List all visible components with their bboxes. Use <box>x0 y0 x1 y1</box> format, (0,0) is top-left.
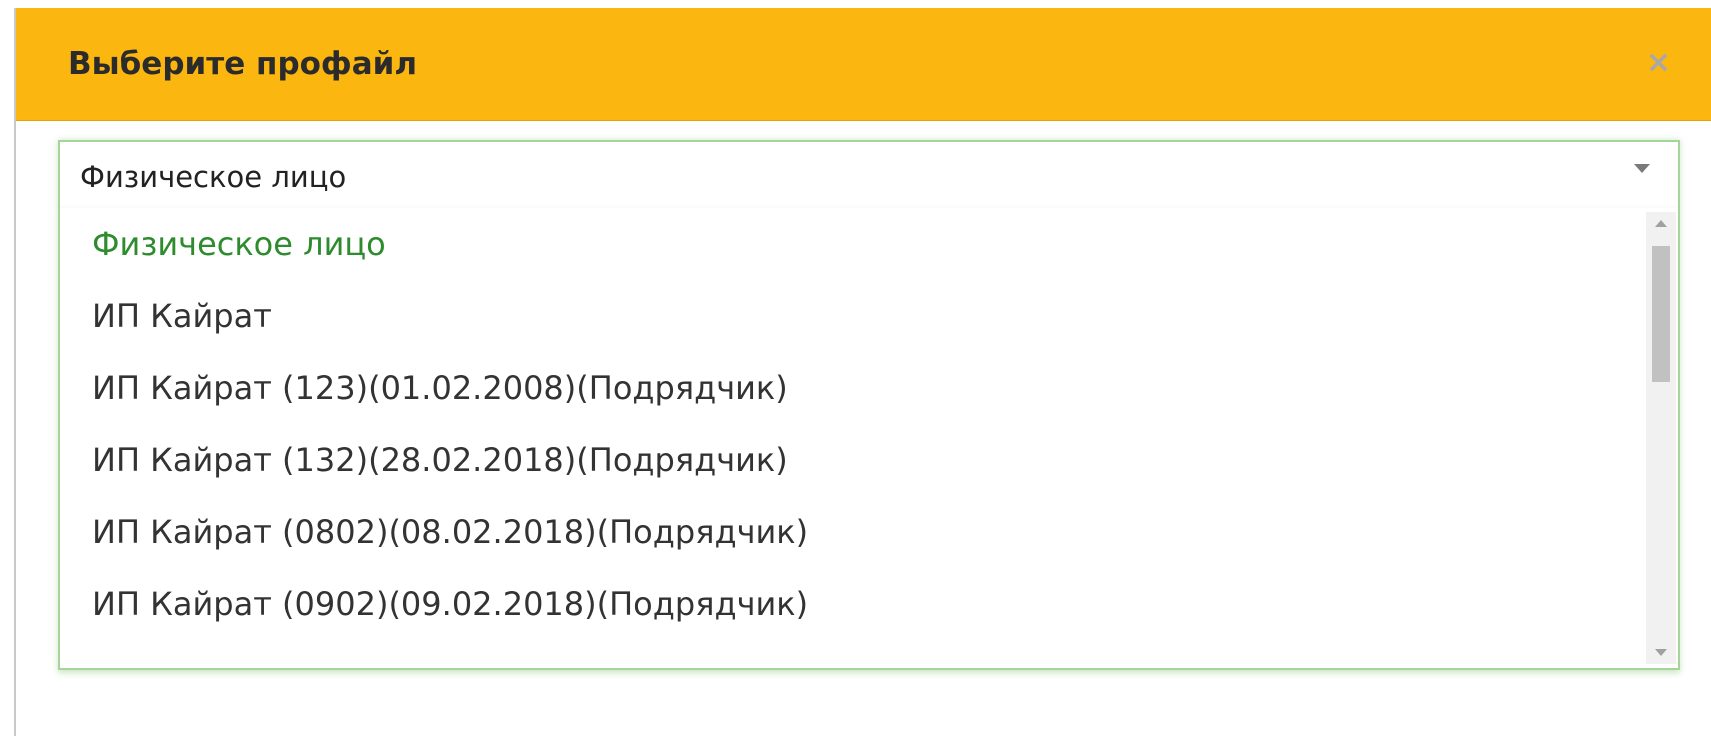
scroll-down-icon[interactable] <box>1655 649 1667 656</box>
option-item[interactable]: ИП Кайрат (0902)(09.02.2018)(Подрядчик) <box>60 568 1642 640</box>
option-item[interactable]: ИП Кайрат (0802)(08.02.2018)(Подрядчик) <box>60 496 1642 568</box>
chevron-down-icon[interactable] <box>1634 164 1650 173</box>
dropdown-scrollbar[interactable] <box>1646 212 1676 664</box>
option-item[interactable]: ИП Кайрат (123)(01.02.2008)(Подрядчик) <box>60 352 1642 424</box>
scroll-thumb[interactable] <box>1652 246 1670 382</box>
close-icon[interactable]: × <box>1646 48 1671 78</box>
option-item[interactable]: Физическое лицо <box>60 208 1642 280</box>
modal-title: Выберите профайл <box>68 46 418 82</box>
modal-header: Выберите профайл × <box>16 8 1711 121</box>
options-list: Физическое лицо ИП Кайрат ИП Кайрат (123… <box>60 208 1642 640</box>
option-item[interactable]: ИП Кайрат (132)(28.02.2018)(Подрядчик) <box>60 424 1642 496</box>
option-item[interactable]: ИП Кайрат <box>60 280 1642 352</box>
profile-select-modal: Выберите профайл × Физическое лицо Физич… <box>14 8 1711 736</box>
scroll-up-icon[interactable] <box>1655 220 1667 227</box>
select-current-value: Физическое лицо <box>80 160 347 194</box>
profile-dropdown-list: Физическое лицо ИП Кайрат ИП Кайрат (123… <box>58 208 1680 670</box>
profile-select[interactable]: Физическое лицо <box>58 140 1680 210</box>
